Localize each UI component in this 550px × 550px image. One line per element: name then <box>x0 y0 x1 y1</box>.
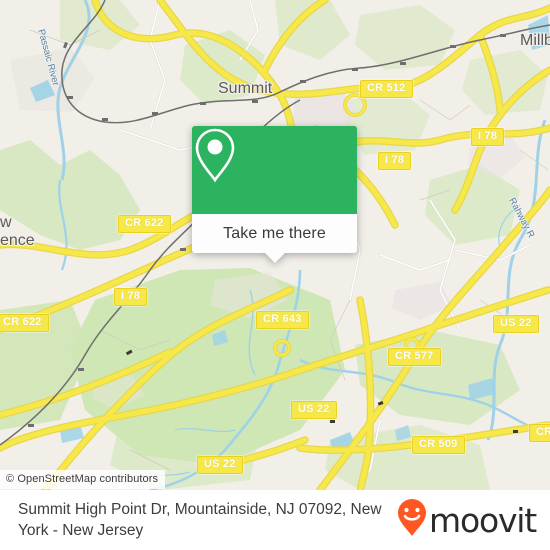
footer-bar: Summit High Point Dr, Mountainside, NJ 0… <box>0 490 550 550</box>
road-shield-i-78-b: I 78 <box>471 128 505 146</box>
map-screenshot: .park{fill:#cfe6b5;} .park2{fill:#d8ead9… <box>0 0 550 550</box>
road-shield-i-78-a: I 78 <box>378 152 412 170</box>
road-shield-cr-512: CR 512 <box>360 80 413 98</box>
take-me-there-label: Take me there <box>223 224 326 242</box>
take-me-there-button[interactable]: Take me there <box>192 214 357 263</box>
map-canvas[interactable]: .park{fill:#cfe6b5;} .park2{fill:#d8ead9… <box>0 0 550 490</box>
location-info-card[interactable]: Take me there <box>192 126 357 263</box>
osm-attribution[interactable]: © OpenStreetMap contributors <box>0 470 166 489</box>
moovit-pin-smile-icon <box>397 498 427 543</box>
moovit-logo[interactable]: moovit <box>397 498 537 543</box>
card-pin-area <box>192 126 357 214</box>
address-text: Summit High Point Dr, Mountainside, NJ 0… <box>18 501 382 539</box>
road-shield-cr-partial: CR <box>529 424 550 442</box>
road-shield-us-22-a: US 22 <box>493 315 539 333</box>
road-shield-us-22-b: US 22 <box>291 401 337 419</box>
road-shield-cr-577: CR 577 <box>388 348 441 366</box>
road-shield-i-78-c: I 78 <box>114 288 148 306</box>
road-shield-cr-509: CR 509 <box>412 436 465 454</box>
moovit-wordmark: moovit <box>429 500 537 540</box>
road-shield-cr-622-a: CR 622 <box>118 215 171 233</box>
road-shield-cr-643: CR 643 <box>256 311 309 329</box>
road-shield-cr-622-b: CR 622 <box>0 314 49 332</box>
card-pointer-tail <box>263 252 286 263</box>
road-shield-us-22-c: US 22 <box>197 456 243 474</box>
